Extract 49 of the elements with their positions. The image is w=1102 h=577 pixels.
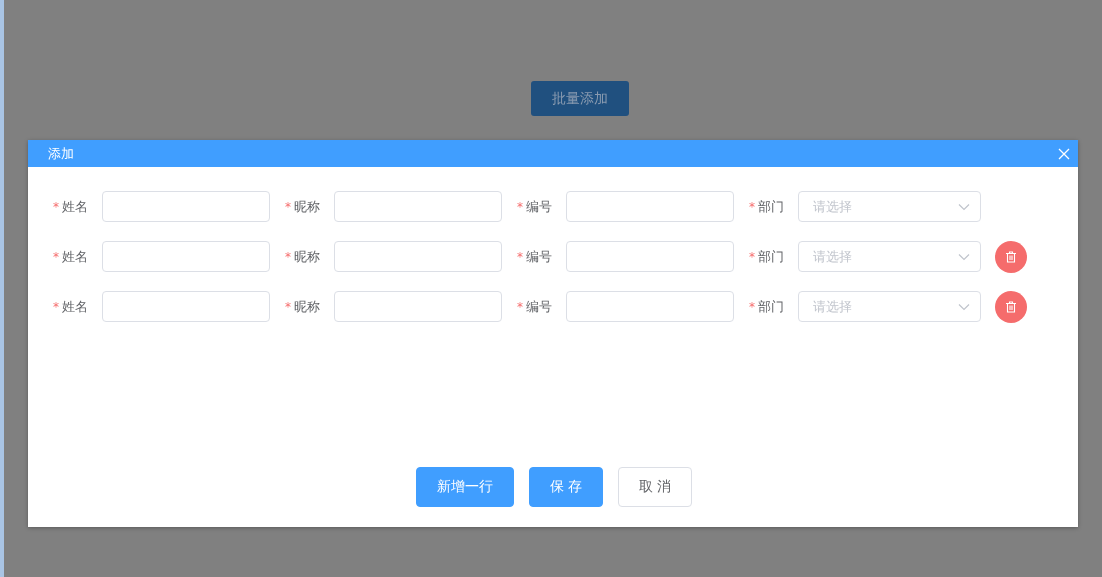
batch-add-button[interactable]: 批量添加 (531, 81, 629, 116)
close-icon[interactable] (1058, 147, 1070, 160)
field-label: 部门 (758, 197, 784, 216)
trash-icon (1005, 300, 1017, 313)
field-label: 昵称 (294, 247, 320, 266)
required-asterisk: * (53, 249, 59, 264)
field-label: 姓名 (62, 297, 88, 316)
field-label: 编号 (526, 297, 552, 316)
dialog-button[interactable]: 取 消 (618, 467, 693, 507)
select-field[interactable]: 请选择 (798, 291, 981, 322)
chevron-down-icon (958, 302, 970, 311)
required-asterisk: * (53, 299, 59, 314)
required-asterisk: * (285, 299, 291, 314)
required-asterisk: * (517, 199, 523, 214)
required-asterisk: * (749, 249, 755, 264)
field-label: 编号 (526, 247, 552, 266)
required-asterisk: * (749, 199, 755, 214)
chevron-down-icon (958, 252, 970, 261)
field-label: 姓名 (62, 197, 88, 216)
required-asterisk: * (517, 249, 523, 264)
delete-button[interactable] (995, 240, 1027, 273)
required-asterisk: * (517, 299, 523, 314)
field-label: 昵称 (294, 297, 320, 316)
field-label: 部门 (758, 247, 784, 266)
field-label: 编号 (526, 197, 552, 216)
field-label: 昵称 (294, 197, 320, 216)
dialog-title: 添加 (48, 144, 74, 163)
dialog-button[interactable]: 新增一行 (415, 467, 514, 507)
input-field[interactable] (566, 291, 734, 322)
dialog-button[interactable]: 保 存 (528, 467, 603, 507)
required-asterisk: * (749, 299, 755, 314)
input-field[interactable] (334, 241, 502, 272)
required-asterisk: * (285, 249, 291, 264)
input-field[interactable] (102, 241, 270, 272)
input-field[interactable] (334, 291, 502, 322)
input-field[interactable] (566, 191, 734, 222)
delete-button[interactable] (995, 290, 1027, 323)
field-label: 姓名 (62, 247, 88, 266)
chevron-down-icon (958, 202, 970, 211)
required-asterisk: * (285, 199, 291, 214)
select-field[interactable]: 请选择 (798, 241, 981, 272)
input-field[interactable] (334, 191, 502, 222)
field-label: 部门 (758, 297, 784, 316)
trash-icon (1005, 250, 1017, 263)
input-field[interactable] (102, 191, 270, 222)
input-field[interactable] (102, 291, 270, 322)
required-asterisk: * (53, 199, 59, 214)
input-field[interactable] (566, 241, 734, 272)
select-field[interactable]: 请选择 (798, 191, 981, 222)
